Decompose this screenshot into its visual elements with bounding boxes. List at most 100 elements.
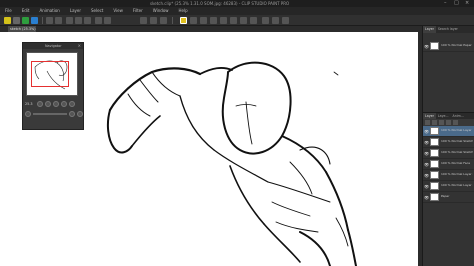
zoom-out-icon[interactable] <box>37 101 43 107</box>
tab-layer-property[interactable]: Layer <box>423 26 436 33</box>
eye-icon[interactable]: 👁 <box>423 129 430 134</box>
eye-icon[interactable]: 👁 <box>423 140 430 145</box>
blend-tool-icon[interactable] <box>230 17 237 24</box>
layer-name: 100 % Normal Layer 3 <box>441 184 473 188</box>
airbrush-tool-icon[interactable] <box>210 17 217 24</box>
layer-row[interactable]: 👁 100 % Normal Layer 1 <box>423 126 474 137</box>
layer-row[interactable]: 👁 Paper <box>423 192 474 203</box>
brush-tool-icon[interactable] <box>200 17 207 24</box>
title-bar: sketch.clip* (25.3% 1.31.0 SOM.jpg: 4628… <box>0 0 474 7</box>
menu-help[interactable]: Help <box>174 7 193 15</box>
fit-view-icon[interactable] <box>53 101 59 107</box>
menu-edit[interactable]: Edit <box>17 7 35 15</box>
window-title: sketch.clip* (25.3% 1.31.0 SOM.jpg: 4628… <box>150 1 290 6</box>
right-dock: Layer Search layer 👁 100 % Normal Paper … <box>422 26 474 266</box>
eye-icon[interactable]: 👁 <box>423 162 430 167</box>
layer-name: 100 % Normal Layer 2 <box>441 173 473 177</box>
lock-icon[interactable] <box>446 120 451 125</box>
mask-icon[interactable] <box>439 120 444 125</box>
text-tool-icon[interactable] <box>250 17 257 24</box>
navigator-header: Navigator × <box>23 43 83 49</box>
export-icon[interactable] <box>31 17 38 24</box>
selection-tool-icon[interactable] <box>140 17 147 24</box>
menu-view[interactable]: View <box>108 7 128 15</box>
rotation-slider[interactable] <box>33 113 67 115</box>
clear-icon[interactable] <box>66 17 73 24</box>
navigator-close-button[interactable]: × <box>78 43 81 49</box>
paper-layer-row[interactable]: 👁 100 % Normal Paper <box>423 41 474 52</box>
snap-icon[interactable] <box>95 17 102 24</box>
rotate-left-icon[interactable] <box>25 111 31 117</box>
eraser-tool-icon[interactable] <box>220 17 227 24</box>
layer-row[interactable]: 👁 100 % Normal Face <box>423 159 474 170</box>
menu-layer[interactable]: Layer <box>65 7 86 15</box>
navigator-rotate-controls <box>25 110 83 118</box>
open-file-icon[interactable] <box>13 17 20 24</box>
toolbar-divider <box>42 17 43 24</box>
tab-layer[interactable]: Layer <box>423 113 436 119</box>
save-icon[interactable] <box>22 17 29 24</box>
figure-tool-icon[interactable] <box>262 17 269 24</box>
top-panel-tabs: Layer Search layer <box>423 26 474 33</box>
layer-toolbar <box>423 119 474 126</box>
navigator-title: Navigator <box>45 44 62 48</box>
pen-tool-icon[interactable] <box>180 17 187 24</box>
tab-search-layer[interactable]: Search layer <box>436 26 460 33</box>
ruler-icon[interactable] <box>104 17 111 24</box>
new-folder-icon[interactable] <box>432 120 437 125</box>
layer-thumbnail <box>430 193 439 201</box>
layer-thumbnail <box>430 149 439 157</box>
layer-row[interactable]: 👁 100 % Normal Sketch <box>423 137 474 148</box>
eye-icon[interactable]: 👁 <box>423 44 430 49</box>
fill-tool-icon[interactable] <box>240 17 247 24</box>
zoom-in-icon[interactable] <box>45 101 51 107</box>
menu-bar: File Edit Animation Layer Select View Fi… <box>0 7 474 15</box>
layer-name: 100 % Normal Sketch 2 <box>441 151 473 155</box>
flip-horizontal-icon[interactable] <box>69 101 75 107</box>
command-bar <box>0 15 474 26</box>
operation-tool-icon[interactable] <box>282 17 289 24</box>
eye-icon[interactable]: 👁 <box>423 184 430 189</box>
actual-size-icon[interactable] <box>61 101 67 107</box>
tab-layer-search[interactable]: Laye... <box>436 113 451 119</box>
delete-layer-icon[interactable] <box>453 120 458 125</box>
toolbar-divider <box>172 17 173 24</box>
layer-name: Paper <box>441 195 450 199</box>
navigator-zoom-controls: 25.3 <box>25 100 83 108</box>
close-button[interactable]: × <box>465 0 469 7</box>
layer-name: 100 % Normal Face <box>441 162 471 166</box>
transform-icon[interactable] <box>84 17 91 24</box>
layer-row[interactable]: 👁 100 % Normal Layer 3 <box>423 181 474 192</box>
fill-icon[interactable] <box>75 17 82 24</box>
layer-row[interactable]: 👁 100 % Normal Sketch 2 <box>423 148 474 159</box>
tab-animation[interactable]: Anim... <box>451 113 466 119</box>
move-tool-icon[interactable] <box>160 17 167 24</box>
pencil-tool-icon[interactable] <box>190 17 197 24</box>
maximize-button[interactable]: □ <box>454 0 459 7</box>
menu-window[interactable]: Window <box>148 7 174 15</box>
lasso-tool-icon[interactable] <box>150 17 157 24</box>
new-layer-icon[interactable] <box>425 120 430 125</box>
undo-icon[interactable] <box>46 17 53 24</box>
menu-animation[interactable]: Animation <box>34 7 64 15</box>
redo-icon[interactable] <box>55 17 62 24</box>
layer-name: 100 % Normal Sketch <box>441 140 473 144</box>
menu-filter[interactable]: Filter <box>128 7 148 15</box>
reset-rotation-icon[interactable] <box>77 111 83 117</box>
rotate-right-icon[interactable] <box>69 111 75 117</box>
eye-icon[interactable]: 👁 <box>423 151 430 156</box>
layer-thumbnail <box>430 138 439 146</box>
menu-file[interactable]: File <box>0 7 17 15</box>
gradient-tool-icon[interactable] <box>272 17 279 24</box>
layer-thumbnail <box>430 182 439 190</box>
navigator-view-frame[interactable] <box>31 61 69 87</box>
new-file-icon[interactable] <box>4 17 11 24</box>
navigator-panel: Navigator × 25.3 <box>22 42 84 130</box>
minimize-button[interactable]: – <box>444 0 447 7</box>
eye-icon[interactable]: 👁 <box>423 195 430 200</box>
navigator-preview[interactable] <box>26 52 78 96</box>
eye-icon[interactable]: 👁 <box>423 173 430 178</box>
layer-name: 100 % Normal Layer 1 <box>441 129 473 133</box>
menu-select[interactable]: Select <box>86 7 108 15</box>
layer-row[interactable]: 👁 100 % Normal Layer 2 <box>423 170 474 181</box>
